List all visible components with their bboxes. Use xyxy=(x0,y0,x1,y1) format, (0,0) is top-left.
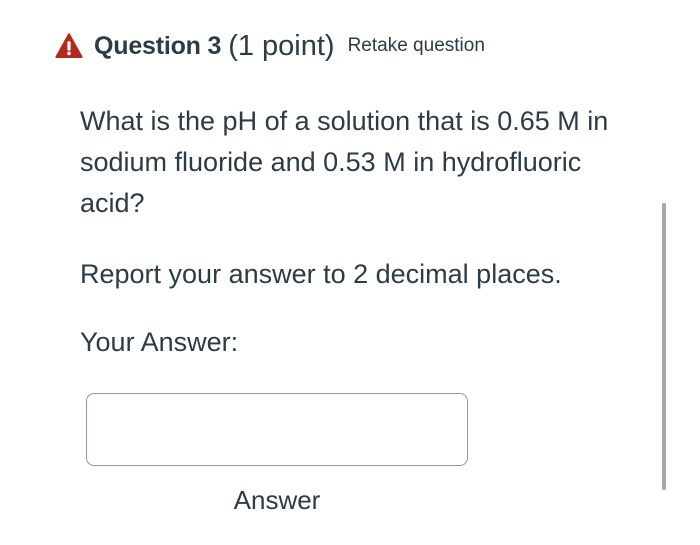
answer-input[interactable] xyxy=(86,393,468,466)
retake-question-link[interactable]: Retake question xyxy=(348,35,485,57)
scrollbar[interactable] xyxy=(662,203,666,490)
your-answer-label: Your Answer: xyxy=(80,327,239,357)
answer-caption: Answer xyxy=(233,485,321,515)
question-title: Question 3 xyxy=(94,31,222,60)
warning-triangle-icon xyxy=(55,33,83,58)
answer-instruction: Report your answer to 2 decimal places. xyxy=(80,259,562,289)
question-header: Question 3 (1 point) Retake question xyxy=(55,28,485,64)
question-page: Question 3 (1 point) Retake question Wha… xyxy=(0,0,700,545)
question-text: What is the pH of a solution that is 0.6… xyxy=(80,106,609,218)
question-points: (1 point) xyxy=(228,29,335,62)
